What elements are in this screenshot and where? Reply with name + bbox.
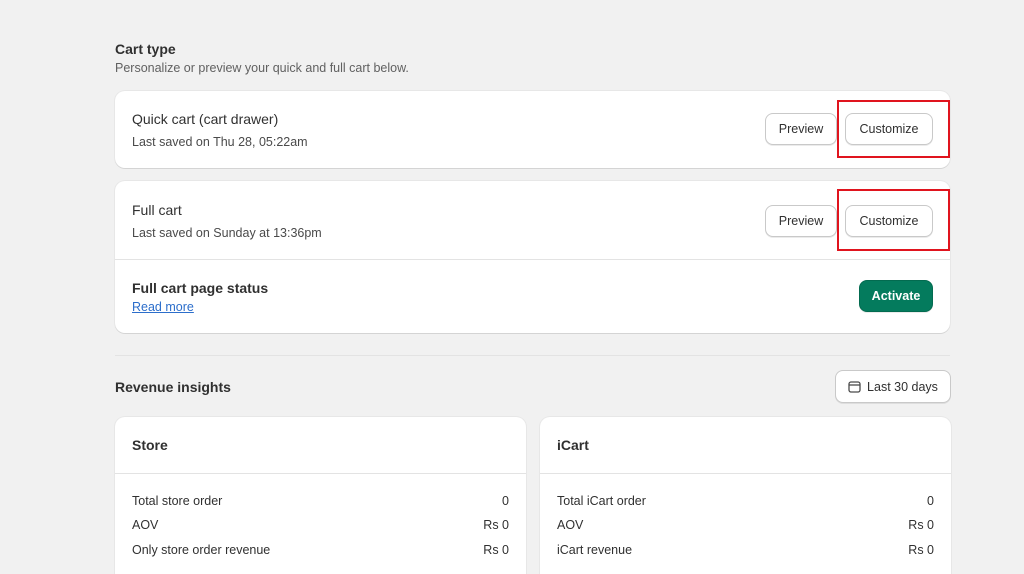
icart-card: iCart Total iCart order 0 AOV Rs 0 iCart… — [540, 417, 951, 574]
store-stat-label: Total store order — [132, 494, 223, 508]
full-cart-preview-button[interactable]: Preview — [765, 205, 837, 237]
full-cart-customize-highlight — [837, 189, 950, 251]
quick-cart-preview-button[interactable]: Preview — [765, 113, 837, 145]
full-cart-card: Full cart Last saved on Sunday at 13:36p… — [115, 181, 950, 333]
store-card: Store Total store order 0 AOV Rs 0 Only … — [115, 417, 526, 574]
icart-stat-value: Rs 0 — [908, 543, 934, 557]
icart-stat-label: Total iCart order — [557, 494, 646, 508]
store-stat-label: Only store order revenue — [132, 543, 271, 557]
date-range-label: Last 30 days — [867, 379, 938, 394]
quick-cart-saved-text: Last saved on Thu 28, 05:22am — [132, 135, 308, 149]
full-cart-saved-text: Last saved on Sunday at 13:36pm — [132, 226, 322, 240]
store-stat-label: AOV — [132, 518, 159, 532]
icart-stat-value: Rs 0 — [908, 518, 934, 532]
section-divider — [115, 355, 950, 356]
store-stat-value: Rs 0 — [483, 543, 509, 557]
icart-card-divider — [540, 473, 951, 474]
quick-cart-title: Quick cart (cart drawer) — [132, 111, 279, 127]
icart-card-title: iCart — [557, 437, 589, 453]
read-more-link[interactable]: Read more — [132, 300, 194, 314]
cart-type-title: Cart type — [115, 41, 176, 57]
icart-stat-value: 0 — [927, 494, 934, 508]
date-range-button[interactable]: Last 30 days — [835, 370, 951, 403]
full-cart-status-title: Full cart page status — [132, 280, 269, 296]
revenue-insights-title: Revenue insights — [115, 379, 231, 395]
store-card-title: Store — [132, 437, 168, 453]
quick-cart-customize-highlight — [837, 100, 950, 158]
icart-stat-label: AOV — [557, 518, 584, 532]
icart-stat-label: iCart revenue — [557, 543, 633, 557]
calendar-icon — [848, 381, 861, 393]
store-stat-value: 0 — [502, 494, 509, 508]
full-cart-title: Full cart — [132, 202, 182, 218]
full-cart-divider — [115, 259, 950, 260]
cart-settings-page: Cart type Personalize or preview your qu… — [0, 0, 1024, 574]
cart-type-subtitle: Personalize or preview your quick and fu… — [115, 61, 409, 75]
store-stat-value: Rs 0 — [483, 518, 509, 532]
activate-button[interactable]: Activate — [859, 280, 933, 312]
store-card-divider — [115, 473, 526, 474]
quick-cart-card: Quick cart (cart drawer) Last saved on T… — [115, 91, 950, 168]
